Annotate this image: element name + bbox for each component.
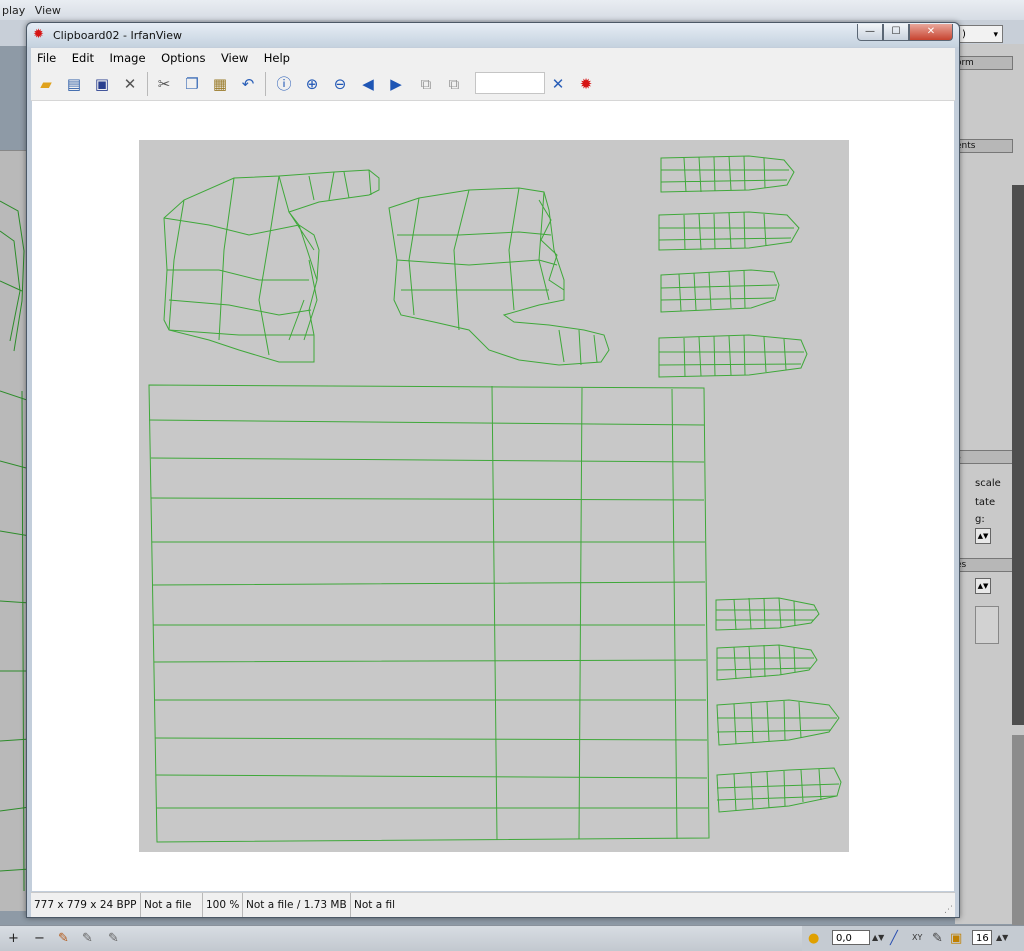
axis-label: XY bbox=[912, 933, 923, 942]
bg-rollout-header-s[interactable]: s bbox=[955, 450, 1013, 464]
toolbar: ▰ ▤ ▣ ✕ ✂ ❐ ▦ ↶ ⓘ ⊕ ⊖ ◀ ▶ ⧉ ⧉ ✕ ✹ bbox=[31, 67, 955, 101]
pen-icon[interactable]: ✎ bbox=[932, 931, 943, 946]
next-page-icon[interactable]: ⧉ bbox=[443, 73, 465, 95]
first-page-icon[interactable]: ⧉ bbox=[415, 73, 437, 95]
status-dimensions: 777 x 779 x 24 BPP bbox=[31, 893, 141, 917]
bg-label-g: g: bbox=[975, 514, 985, 525]
menu-edit[interactable]: Edit bbox=[66, 48, 100, 65]
irfanview-logo-icon[interactable]: ✹ bbox=[575, 73, 597, 95]
save-icon[interactable]: ▣ bbox=[91, 73, 113, 95]
copy-icon[interactable]: ❐ bbox=[181, 73, 203, 95]
line-tool-icon[interactable]: ╱ bbox=[890, 931, 898, 946]
light-bulb-icon: ● bbox=[808, 931, 820, 946]
toolbar-separator bbox=[265, 72, 266, 96]
close-button[interactable]: ✕ bbox=[909, 24, 953, 41]
irfanview-window: ✹ Clipboard02 - IrfanView — ☐ ✕ File Edi… bbox=[26, 22, 960, 918]
open-folder-icon[interactable]: ▰ bbox=[35, 73, 57, 95]
plus-icon[interactable]: + bbox=[8, 931, 19, 946]
background-right-viewport-lower[interactable] bbox=[1012, 735, 1024, 925]
irfanview-logo-icon: ✹ bbox=[33, 27, 44, 42]
status-bar: 777 x 779 x 24 BPP Not a file 100 % Not … bbox=[31, 892, 955, 917]
bg-menu-view[interactable]: View bbox=[33, 0, 65, 17]
minus-icon[interactable]: − bbox=[34, 931, 45, 946]
zoom-in-icon[interactable]: ⊕ bbox=[301, 73, 323, 95]
minimize-button[interactable]: — bbox=[857, 24, 883, 41]
frame-field[interactable]: 16 bbox=[972, 930, 992, 945]
background-menubar: play View bbox=[0, 0, 1024, 21]
next-icon[interactable]: ▶ bbox=[385, 73, 407, 95]
bg-rollout-header-orm[interactable]: orm bbox=[955, 56, 1013, 70]
bg-menu-play[interactable]: play bbox=[0, 0, 29, 17]
chevron-down-icon: ▾ bbox=[993, 30, 998, 40]
bg-rollout-header-ents[interactable]: ents bbox=[955, 139, 1013, 153]
spinner-icon[interactable]: ▲▼ bbox=[872, 933, 884, 942]
settings-icon[interactable]: ✕ bbox=[547, 73, 569, 95]
status-zoom: 100 % bbox=[203, 893, 243, 917]
paint-icon[interactable]: ✎ bbox=[82, 931, 93, 946]
menu-bar: File Edit Image Options View Help bbox=[31, 48, 955, 67]
slideshow-icon[interactable]: ▤ bbox=[63, 73, 85, 95]
uv-wireframe bbox=[139, 140, 849, 852]
bg-combo-value: ) bbox=[962, 29, 966, 40]
status-file-size: Not a file / 1.73 MB bbox=[243, 893, 351, 917]
spinner-icon[interactable]: ▲▼ bbox=[996, 933, 1008, 942]
menu-view[interactable]: View bbox=[215, 48, 254, 65]
title-bar[interactable]: ✹ Clipboard02 - IrfanView — ☐ ✕ bbox=[27, 23, 959, 47]
zoom-out-icon[interactable]: ⊖ bbox=[329, 73, 351, 95]
info-icon[interactable]: ⓘ bbox=[273, 73, 295, 95]
bg-label-tate: tate bbox=[975, 497, 996, 508]
paste-icon[interactable]: ▦ bbox=[209, 73, 231, 95]
uv-template-image bbox=[139, 140, 849, 852]
window-title: Clipboard02 - IrfanView bbox=[53, 29, 182, 42]
menu-file[interactable]: File bbox=[31, 48, 62, 65]
bg-preview-box bbox=[975, 606, 999, 644]
menu-options[interactable]: Options bbox=[155, 48, 211, 65]
status-file: Not a file bbox=[141, 893, 203, 917]
delete-icon[interactable]: ✕ bbox=[119, 73, 141, 95]
status-extra: Not a fil bbox=[354, 899, 396, 911]
cut-icon[interactable]: ✂ bbox=[153, 73, 175, 95]
toolbar-separator bbox=[147, 72, 148, 96]
menu-image[interactable]: Image bbox=[104, 48, 152, 65]
bg-spinner-icon[interactable]: ▲▼ bbox=[975, 528, 991, 544]
key-icon[interactable]: ▣ bbox=[950, 931, 962, 946]
image-canvas bbox=[139, 140, 849, 852]
page-number-input[interactable] bbox=[475, 72, 545, 94]
menu-help[interactable]: Help bbox=[258, 48, 296, 65]
bg-spinner-icon[interactable]: ▲▼ bbox=[975, 578, 991, 594]
background-right-viewport[interactable] bbox=[1012, 185, 1024, 725]
previous-icon[interactable]: ◀ bbox=[357, 73, 379, 95]
undo-icon[interactable]: ↶ bbox=[237, 73, 259, 95]
window-controls: — ☐ ✕ bbox=[857, 24, 953, 42]
bg-label-scale: scale bbox=[975, 478, 1001, 489]
brush-icon[interactable]: ✎ bbox=[58, 931, 69, 946]
resize-grip-icon[interactable]: ⋰ bbox=[944, 905, 953, 915]
image-viewport[interactable] bbox=[32, 101, 954, 891]
paint-alt-icon[interactable]: ✎ bbox=[108, 931, 119, 946]
coordinate-field[interactable]: 0,0 bbox=[832, 930, 870, 945]
bg-rollout-header-es[interactable]: es bbox=[955, 558, 1013, 572]
bg-combo[interactable]: ) ▾ bbox=[955, 25, 1003, 43]
maximize-button[interactable]: ☐ bbox=[883, 24, 909, 41]
background-bottom-bar: + − ✎ ✎ ✎ ● 0,0 ▲▼ ╱ XY ✎ ▣ 16 ▲▼ bbox=[0, 925, 1024, 951]
